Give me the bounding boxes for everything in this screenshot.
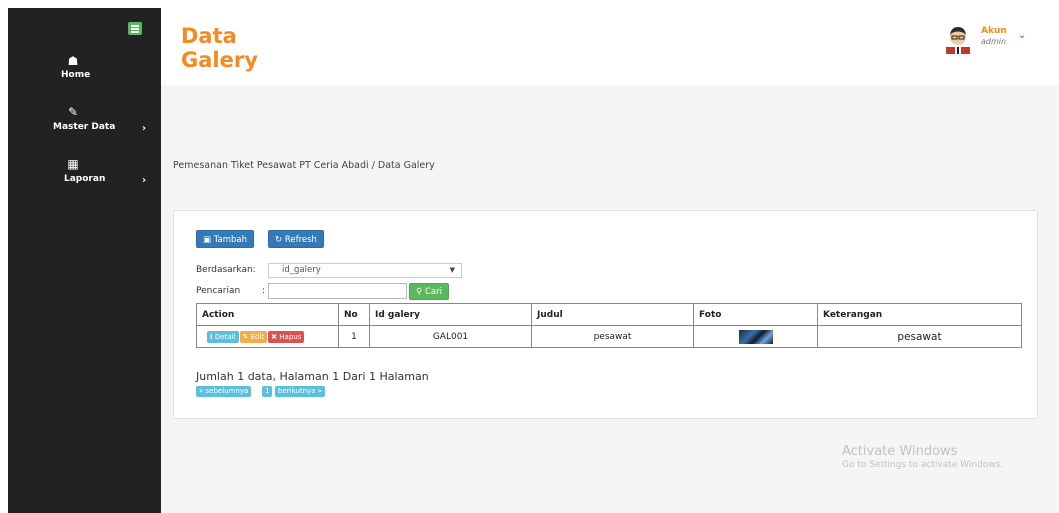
detail-button-label: Detail [214, 332, 236, 341]
page-title-line1: Data [181, 24, 237, 48]
avatar-icon [943, 24, 973, 54]
add-button[interactable]: ▣ Tambah [196, 230, 254, 248]
filter-by-value: id_galery [282, 265, 321, 275]
filter-by-select[interactable]: id_galery ▼ [268, 263, 462, 278]
refresh-button-label: Refresh [284, 235, 317, 245]
user-name[interactable]: Akun [981, 26, 1007, 36]
table-row: ℹ Detail ✎ Edit ✖ Hapus 1 GAL001 pesawat p… [196, 325, 1022, 348]
user-role: admin [981, 37, 1007, 46]
breadcrumb: Pemesanan Tiket Pesawat PT Ceria Abadi /… [173, 160, 435, 171]
edit-icon: ✎ [67, 105, 79, 119]
col-action: Action [196, 303, 339, 326]
pagination-summary: Jumlah 1 data, Halaman 1 Dari 1 Halaman [196, 370, 429, 383]
photo-thumbnail[interactable] [738, 329, 773, 344]
chevron-right-icon[interactable]: › [142, 175, 146, 186]
search-button[interactable]: ⚲ Cari [409, 283, 449, 300]
sidebar-item-master-data[interactable]: Master Data [53, 122, 115, 132]
search-label: Pencarian [196, 286, 241, 296]
sidebar [8, 8, 161, 513]
cell-no: 1 [338, 325, 370, 348]
col-judul: Judul [531, 303, 694, 326]
add-button-label: Tambah [213, 235, 247, 245]
refresh-button[interactable]: ↻ Refresh [268, 230, 324, 248]
dropdown-arrow-icon: ▼ [449, 266, 455, 274]
cell-foto [693, 325, 818, 348]
search-colon: : [262, 286, 266, 296]
col-no: No [338, 303, 370, 326]
menu-toggle-icon[interactable] [128, 22, 142, 35]
sidebar-item-laporan[interactable]: Laporan [64, 174, 105, 184]
edit-button[interactable]: ✎ Edit [239, 330, 268, 343]
filter-by-label: Berdasarkan: [196, 265, 256, 275]
page-title-line2: Galery [181, 48, 258, 72]
sidebar-item-home[interactable]: Home [61, 70, 90, 80]
search-button-label: Cari [424, 287, 442, 297]
cell-id-galery: GAL001 [369, 325, 532, 348]
app-frame: ☗ Home ✎ Master Data › ▦ Laporan › Data … [0, 0, 1059, 513]
search-input[interactable] [268, 283, 407, 299]
chevron-down-icon[interactable]: ⌄ [1018, 30, 1026, 41]
refresh-icon: ↻ [275, 235, 283, 245]
col-foto: Foto [693, 303, 818, 326]
galery-table: Action No Id galery Judul Foto Keteranga… [196, 303, 1022, 348]
cell-keterangan: pesawat [817, 325, 1022, 348]
action-cell: ℹ Detail ✎ Edit ✖ Hapus [196, 325, 339, 348]
col-id-galery: Id galery [369, 303, 532, 326]
detail-button[interactable]: ℹ Detail [207, 330, 239, 343]
col-keterangan: Keterangan [817, 303, 1022, 326]
activate-windows-hint: Go to Settings to activate Windows. [842, 460, 1004, 470]
search-icon: ⚲ [416, 287, 423, 297]
page-title: Data Galery [181, 24, 258, 72]
home-icon: ☗ [67, 54, 79, 68]
chevron-right-icon[interactable]: › [142, 123, 146, 134]
top-strip [0, 0, 1059, 8]
avatar[interactable] [943, 24, 973, 54]
cell-judul: pesawat [531, 325, 694, 348]
delete-button-label: Hapus [279, 332, 302, 341]
next-page-button[interactable]: berikutnya » [275, 386, 325, 397]
edit-button-label: Edit [250, 332, 265, 341]
prev-page-button[interactable]: « sebelumnya [196, 386, 252, 397]
delete-button[interactable]: ✖ Hapus [268, 330, 305, 343]
plus-icon: ▣ [203, 235, 212, 245]
activate-windows-watermark: Activate Windows [842, 444, 958, 459]
table-header-row: Action No Id galery Judul Foto Keteranga… [196, 303, 1022, 326]
calendar-icon: ▦ [67, 157, 79, 171]
page-1-button[interactable]: 1 [262, 386, 273, 397]
